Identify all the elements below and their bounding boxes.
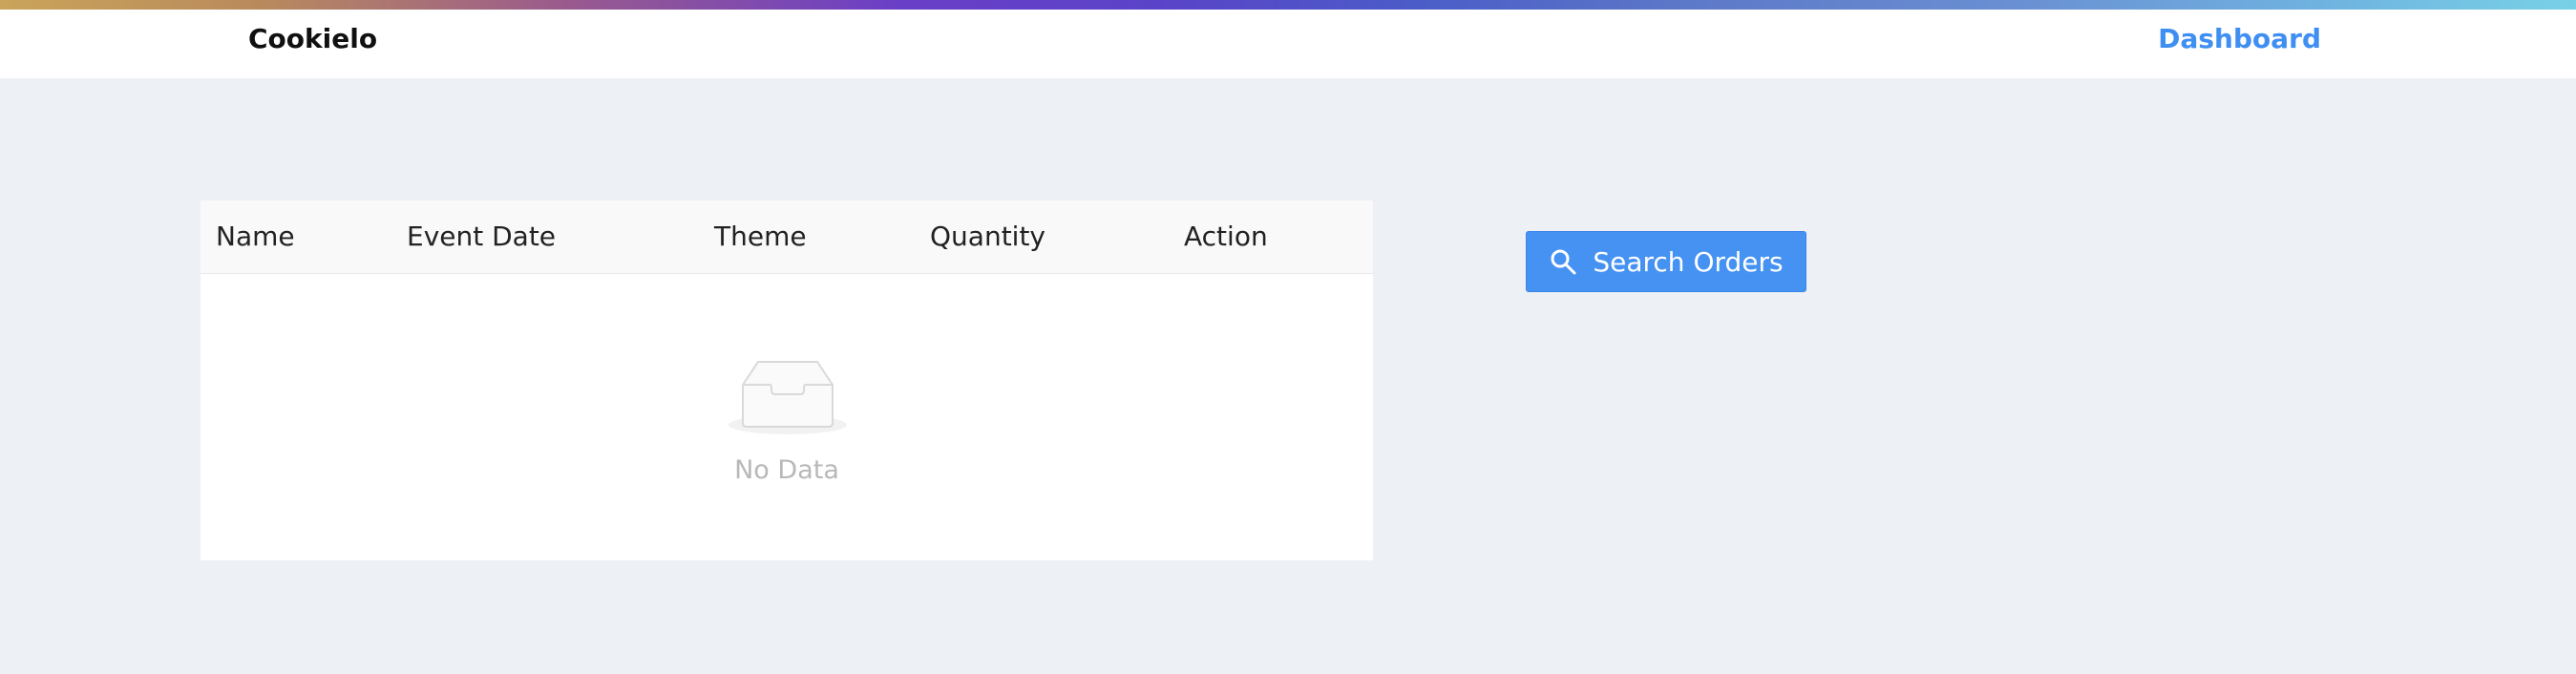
page: Cookielo Dashboard Name Event Date Theme… [0,0,2576,674]
empty-state: No Data [201,274,1373,560]
table-header: Name Event Date Theme Quantity Action [201,200,1373,274]
dashboard-link[interactable]: Dashboard [2158,10,2321,78]
column-header-event-date: Event Date [407,221,557,252]
column-header-action: Action [1184,221,1268,252]
column-header-quantity: Quantity [930,221,1045,252]
orders-table: Name Event Date Theme Quantity Action No… [201,200,1373,560]
brand-logo[interactable]: Cookielo [248,10,377,78]
empty-state-text: No Data [734,455,839,485]
search-orders-button[interactable]: Search Orders [1526,231,1806,292]
top-gradient-strip [0,0,2576,10]
column-header-name: Name [216,221,295,252]
header: Cookielo Dashboard [0,10,2576,78]
inbox-icon [728,361,847,434]
search-icon [1551,249,1576,275]
search-orders-label: Search Orders [1593,245,1784,278]
column-header-theme: Theme [714,221,807,252]
